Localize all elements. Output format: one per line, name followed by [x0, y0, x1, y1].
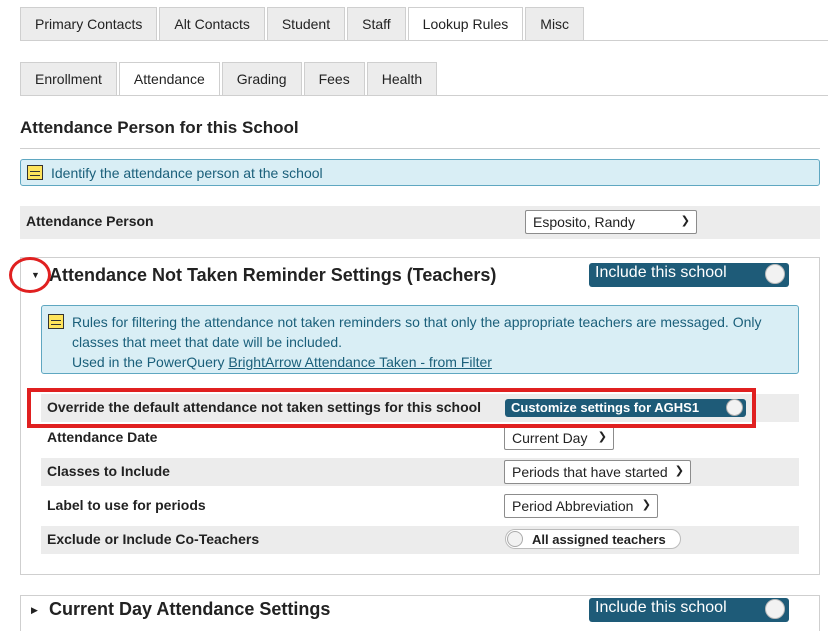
reminder-info-prefix: Used in the PowerQuery — [72, 354, 229, 370]
reminder-panel-header[interactable]: ▼ Attendance Not Taken Reminder Settings… — [21, 258, 819, 292]
caret-right-icon[interactable]: ▶ — [31, 605, 38, 616]
classes-label: Classes to Include — [47, 463, 170, 479]
tab-staff[interactable]: Staff — [347, 7, 406, 41]
current-day-panel: ▶ Current Day Attendance Settings Includ… — [20, 595, 820, 631]
reminder-info-line2: classes that meet that date will be incl… — [72, 334, 343, 350]
attendance-date-label: Attendance Date — [47, 429, 158, 445]
primary-tab-bar: Primary Contacts Alt Contacts Student St… — [20, 7, 586, 41]
toggle-knob — [765, 264, 785, 284]
period-label-value: Period Abbreviation — [512, 498, 634, 514]
attendance-person-row: Attendance Person Esposito, Randy ❯ — [20, 206, 820, 239]
attendance-person-select[interactable]: Esposito, Randy ❯ — [525, 210, 697, 234]
tab-health[interactable]: Health — [366, 62, 438, 96]
info-text: Identify the attendance person at the sc… — [51, 165, 323, 181]
chevron-down-icon: ❯ — [674, 465, 684, 477]
secondary-tab-bar: Enrollment Attendance Grading Fees Healt… — [20, 62, 439, 96]
section-title: Attendance Person for this School — [20, 118, 299, 137]
tab-primary-contacts[interactable]: Primary Contacts — [20, 7, 158, 41]
chevron-down-icon: ❯ — [641, 499, 651, 511]
attendance-date-value: Current Day — [512, 430, 588, 446]
current-day-panel-title: Current Day Attendance Settings — [49, 599, 331, 619]
tab-alt-contacts[interactable]: Alt Contacts — [159, 7, 265, 41]
tab-lookup-rules[interactable]: Lookup Rules — [407, 7, 524, 41]
tab-grading[interactable]: Grading — [221, 62, 302, 96]
reminder-info: Rules for filtering the attendance not t… — [41, 305, 799, 374]
note-icon — [48, 314, 64, 329]
period-label-row: Label to use for periods Period Abbrevia… — [41, 492, 799, 520]
include-school-toggle-current-day[interactable]: Include this school — [589, 598, 789, 622]
secondary-tab-divider — [20, 95, 828, 96]
tab-fees[interactable]: Fees — [303, 62, 365, 96]
coteachers-toggle[interactable]: All assigned teachers — [505, 529, 681, 549]
tab-attendance[interactable]: Attendance — [118, 62, 220, 96]
attendance-person-info: Identify the attendance person at the sc… — [20, 159, 820, 186]
toggle-knob — [507, 531, 523, 547]
coteachers-row: Exclude or Include Co-Teachers All assig… — [41, 526, 799, 554]
period-label: Label to use for periods — [47, 497, 206, 513]
period-label-select[interactable]: Period Abbreviation ❯ — [504, 494, 658, 518]
include-school-toggle[interactable]: Include this school — [589, 263, 789, 287]
tab-misc[interactable]: Misc — [525, 7, 585, 41]
tab-enrollment[interactable]: Enrollment — [20, 62, 117, 96]
primary-tab-divider — [20, 40, 828, 41]
highlight-box — [27, 388, 756, 428]
classes-select[interactable]: Periods that have started ❯ — [504, 460, 691, 484]
highlight-circle — [9, 257, 51, 293]
reminder-panel-title: Attendance Not Taken Reminder Settings (… — [49, 265, 497, 285]
attendance-date-row: Attendance Date Current Day ❯ — [41, 424, 799, 452]
attendance-person-value: Esposito, Randy — [533, 214, 635, 230]
note-icon — [27, 165, 43, 180]
powerquery-link[interactable]: BrightArrow Attendance Taken - from Filt… — [228, 354, 492, 370]
reminder-info-line1: Rules for filtering the attendance not t… — [72, 314, 762, 330]
chevron-down-icon: ❯ — [680, 215, 690, 227]
include-school-toggle-label: Include this school — [595, 264, 727, 281]
classes-value: Periods that have started — [512, 464, 668, 480]
current-day-panel-header[interactable]: ▶ Current Day Attendance Settings Includ… — [21, 596, 819, 630]
tab-student[interactable]: Student — [266, 7, 346, 41]
reminder-info-line3: Used in the PowerQuery BrightArrow Atten… — [72, 352, 790, 372]
classes-row: Classes to Include Periods that have sta… — [41, 458, 799, 486]
coteachers-toggle-label: All assigned teachers — [532, 532, 666, 547]
attendance-date-select[interactable]: Current Day ❯ — [504, 426, 614, 450]
coteachers-label: Exclude or Include Co-Teachers — [47, 531, 260, 547]
chevron-down-icon: ❯ — [597, 431, 607, 443]
section-divider — [20, 148, 820, 149]
toggle-knob — [765, 599, 785, 619]
include-school-toggle-label: Include this school — [595, 599, 727, 616]
attendance-person-label: Attendance Person — [26, 213, 154, 229]
